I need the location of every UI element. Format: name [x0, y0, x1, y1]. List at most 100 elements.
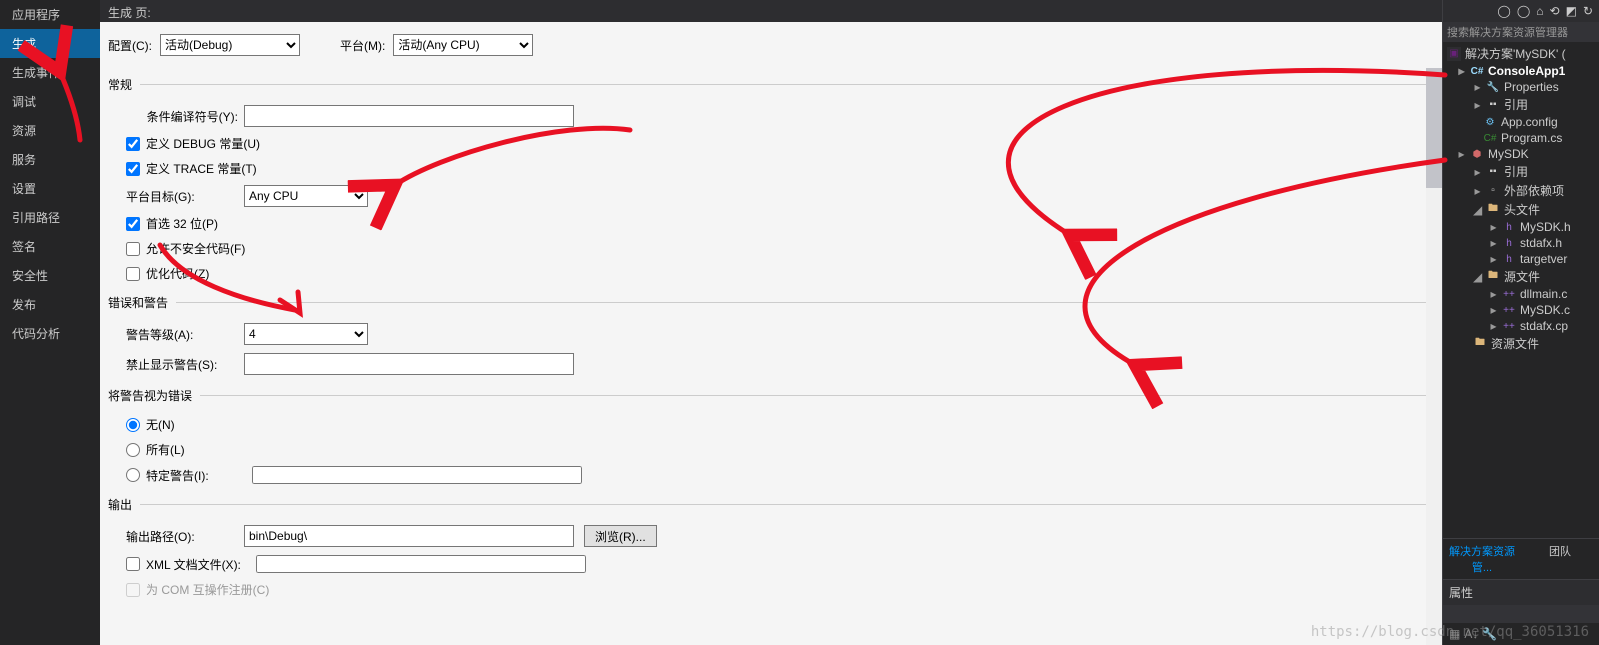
chevron-right-icon[interactable]: ▸ — [1473, 80, 1482, 94]
file-stdafx-h[interactable]: ▸hstdafx.h — [1443, 235, 1599, 251]
header-file-icon: h — [1502, 220, 1516, 234]
warning-level-select[interactable]: 4 — [244, 323, 368, 345]
sources-folder[interactable]: ◢🖿源文件 — [1443, 267, 1599, 286]
file-appconfig[interactable]: ⚙App.config — [1443, 114, 1599, 130]
nav-resources[interactable]: 资源 — [0, 116, 100, 145]
chevron-down-icon[interactable]: ◢ — [1473, 270, 1482, 284]
nav-application[interactable]: 应用程序 — [0, 0, 100, 29]
file-mysdk-h[interactable]: ▸hMySDK.h — [1443, 219, 1599, 235]
nav-build[interactable]: 生成 — [0, 29, 100, 58]
chevron-right-icon[interactable]: ▸ — [1473, 184, 1482, 198]
project-mysdk[interactable]: ▸⬢MySDK — [1443, 146, 1599, 162]
solution-node[interactable]: ▣解决方案'MySDK' ( — [1443, 44, 1599, 63]
external-deps-node[interactable]: ▸▫外部依赖项 — [1443, 181, 1599, 200]
xml-doc-input[interactable] — [256, 555, 586, 573]
treat-all-radio[interactable] — [126, 443, 140, 457]
cpp-project-icon: ⬢ — [1470, 147, 1484, 161]
treat-none-radio[interactable] — [126, 418, 140, 432]
cpp-file-icon: ++ — [1502, 303, 1516, 317]
alphabetical-icon[interactable]: A↓ — [1464, 627, 1478, 641]
section-output: 输出 — [108, 496, 132, 513]
chevron-right-icon[interactable]: ▸ — [1473, 98, 1482, 112]
cpp-file-icon: ++ — [1502, 287, 1516, 301]
file-stdafx-cpp[interactable]: ▸++stdafx.cp — [1443, 318, 1599, 334]
properties-node[interactable]: ▸🔧Properties — [1443, 79, 1599, 95]
sync-icon[interactable]: ⟲ — [1550, 4, 1560, 18]
browse-button[interactable]: 浏览(R)... — [584, 525, 657, 547]
nav-reference-paths[interactable]: 引用路径 — [0, 203, 100, 232]
csharp-file-icon: C# — [1483, 131, 1497, 145]
chevron-right-icon[interactable]: ▸ — [1489, 236, 1498, 250]
chevron-down-icon[interactable]: ◢ — [1473, 203, 1482, 217]
suppress-warnings-input[interactable] — [244, 353, 574, 375]
treat-specific-input[interactable] — [252, 466, 582, 484]
page-title: 生成 页: — [100, 0, 1442, 22]
output-path-input[interactable] — [244, 525, 574, 547]
references-node[interactable]: ▸▪▪引用 — [1443, 95, 1599, 114]
folder-icon: 🖿 — [1486, 203, 1500, 217]
chevron-right-icon[interactable]: ▸ — [1489, 303, 1498, 317]
file-programcs[interactable]: C#Program.cs — [1443, 130, 1599, 146]
define-trace-label: 定义 TRACE 常量(T) — [146, 160, 257, 177]
chevron-right-icon[interactable]: ▸ — [1489, 287, 1498, 301]
solution-tree: ▣解决方案'MySDK' ( ▸C#ConsoleApp1 ▸🔧Properti… — [1443, 42, 1599, 538]
headers-folder[interactable]: ◢🖿头文件 — [1443, 200, 1599, 219]
nav-signing[interactable]: 签名 — [0, 232, 100, 261]
home-icon[interactable]: ⌂ — [1536, 4, 1543, 18]
platform-select[interactable]: 活动(Any CPU) — [393, 34, 533, 56]
nav-build-events[interactable]: 生成事件 — [0, 58, 100, 87]
file-dllmain[interactable]: ▸++dllmain.c — [1443, 286, 1599, 302]
define-debug-checkbox[interactable] — [126, 137, 140, 151]
nav-settings[interactable]: 设置 — [0, 174, 100, 203]
nav-code-analysis[interactable]: 代码分析 — [0, 319, 100, 348]
chevron-right-icon[interactable]: ▸ — [1489, 319, 1498, 333]
output-path-label: 输出路径(O): — [126, 528, 244, 545]
forward-icon[interactable]: ◯ — [1517, 4, 1530, 18]
prefer-32bit-label: 首选 32 位(P) — [146, 215, 218, 232]
prefer-32bit-checkbox[interactable] — [126, 217, 140, 231]
configuration-select[interactable]: 活动(Debug) — [160, 34, 300, 56]
scrollbar[interactable] — [1426, 68, 1442, 645]
chevron-right-icon[interactable]: ▸ — [1473, 165, 1482, 179]
file-mysdk-c[interactable]: ▸++MySDK.c — [1443, 302, 1599, 318]
properties-panel-title: 属性 — [1443, 580, 1599, 605]
show-all-icon[interactable]: ◩ — [1566, 4, 1577, 18]
nav-services[interactable]: 服务 — [0, 145, 100, 174]
xml-doc-checkbox[interactable] — [126, 557, 140, 571]
allow-unsafe-checkbox[interactable] — [126, 242, 140, 256]
header-file-icon: h — [1502, 236, 1516, 250]
properties-icon[interactable]: 🔧 — [1482, 627, 1497, 641]
solution-search[interactable]: 搜索解决方案资源管理器 — [1443, 22, 1599, 42]
chevron-down-icon[interactable]: ▸ — [1457, 64, 1466, 78]
back-icon[interactable]: ◯ — [1497, 4, 1510, 18]
references-node-2[interactable]: ▸▪▪引用 — [1443, 162, 1599, 181]
refresh-icon[interactable]: ↻ — [1583, 4, 1593, 18]
chevron-down-icon[interactable]: ▸ — [1457, 147, 1466, 161]
file-targetver[interactable]: ▸htargetver — [1443, 251, 1599, 267]
tab-team[interactable]: 团队 — [1521, 539, 1599, 579]
project-consoleapp[interactable]: ▸C#ConsoleApp1 — [1443, 63, 1599, 79]
define-debug-label: 定义 DEBUG 常量(U) — [146, 135, 260, 152]
treat-specific-radio[interactable] — [126, 468, 140, 482]
folder-icon: 🖿 — [1473, 337, 1487, 351]
chevron-right-icon[interactable]: ▸ — [1489, 220, 1498, 234]
platform-label: 平台(M): — [340, 37, 385, 54]
suppress-warnings-label: 禁止显示警告(S): — [126, 356, 244, 373]
define-trace-checkbox[interactable] — [126, 162, 140, 176]
nav-debug[interactable]: 调试 — [0, 87, 100, 116]
properties-object-select[interactable] — [1443, 605, 1599, 623]
header-file-icon: h — [1502, 252, 1516, 266]
solution-icon: ▣ — [1447, 47, 1461, 61]
solution-toolbar: ◯ ◯ ⌂ ⟲ ◩ ↻ — [1443, 0, 1599, 22]
platform-target-select[interactable]: Any CPU — [244, 185, 368, 207]
resources-folder[interactable]: 🖿资源文件 — [1443, 334, 1599, 353]
nav-security[interactable]: 安全性 — [0, 261, 100, 290]
optimize-label: 优化代码(Z) — [146, 265, 209, 282]
references-icon: ▪▪ — [1486, 165, 1500, 179]
tab-solution-explorer[interactable]: 解决方案资源管... — [1443, 539, 1521, 579]
categorized-icon[interactable]: ▦ — [1449, 627, 1460, 641]
optimize-checkbox[interactable] — [126, 267, 140, 281]
conditional-symbols-input[interactable] — [244, 105, 574, 127]
nav-publish[interactable]: 发布 — [0, 290, 100, 319]
chevron-right-icon[interactable]: ▸ — [1489, 252, 1498, 266]
